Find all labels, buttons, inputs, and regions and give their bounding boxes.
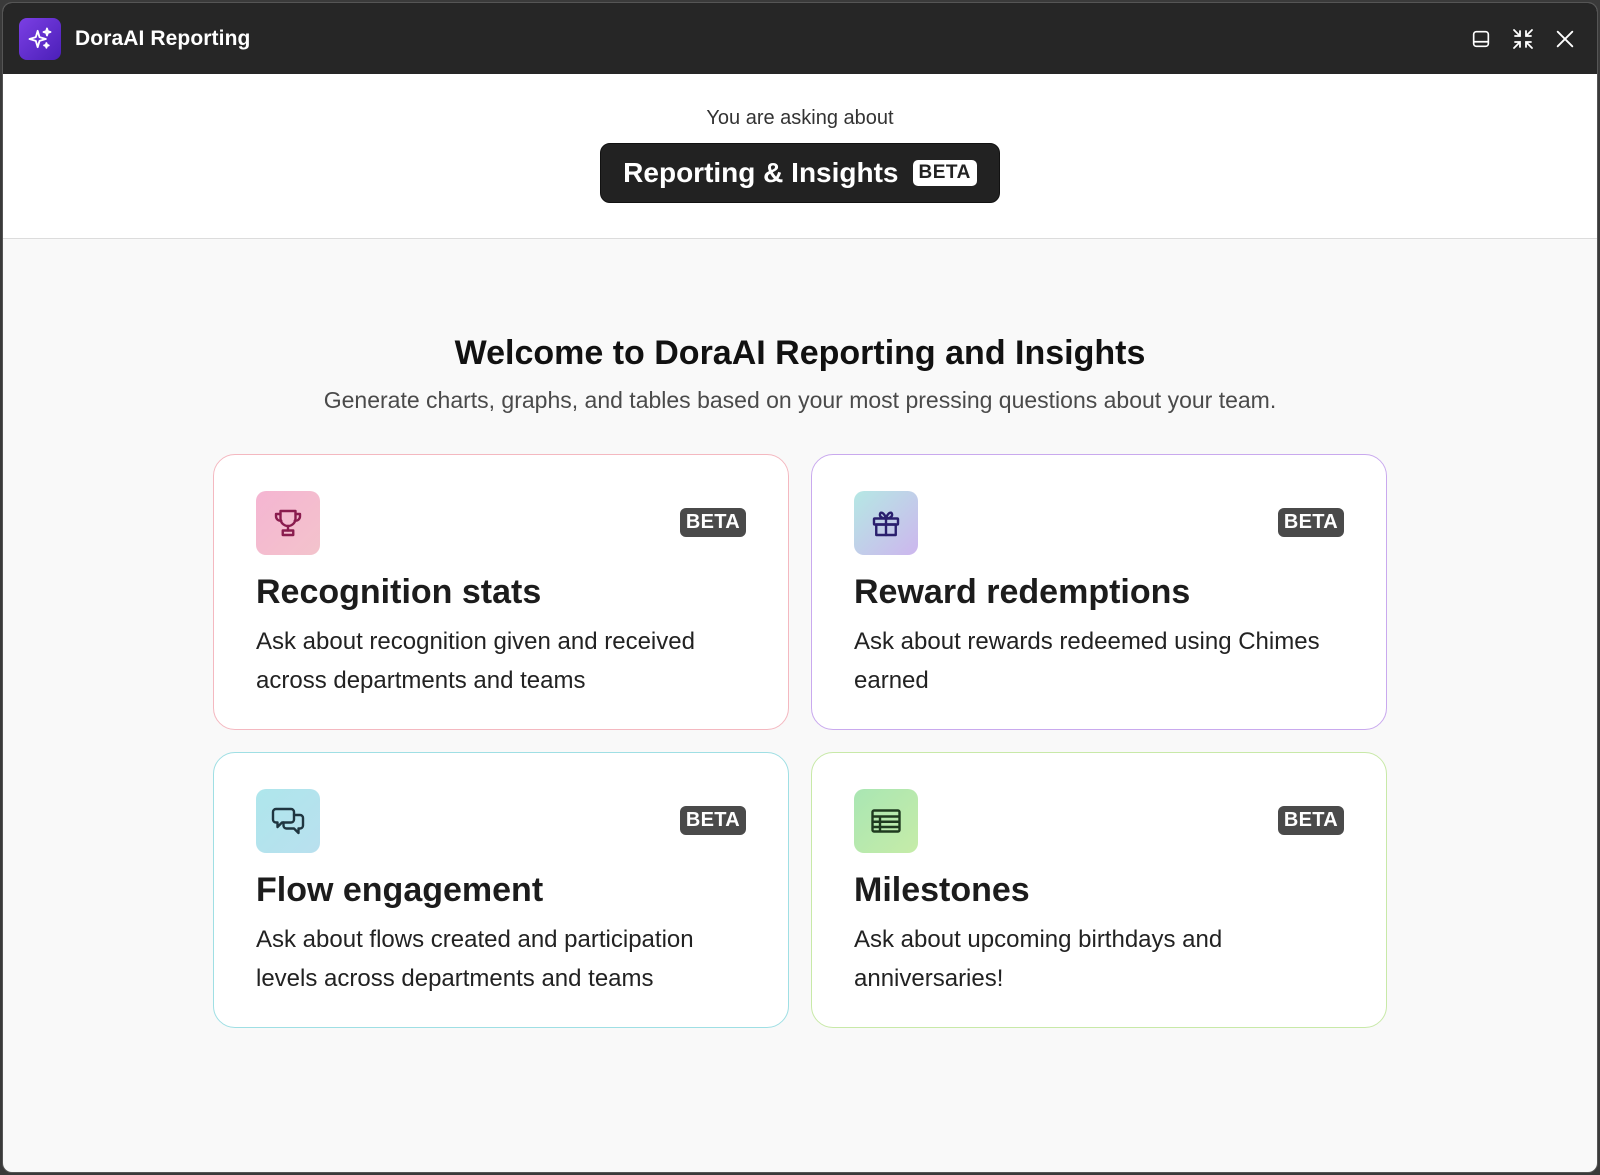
main-content: Welcome to DoraAI Reporting and Insights… bbox=[3, 239, 1597, 1028]
welcome-subtitle: Generate charts, graphs, and tables base… bbox=[323, 387, 1277, 413]
gift-icon bbox=[854, 491, 918, 555]
table-icon bbox=[854, 789, 918, 853]
beta-badge: BETA bbox=[1277, 806, 1344, 835]
card-title: Recognition stats bbox=[256, 573, 542, 611]
window-controls bbox=[1469, 3, 1577, 74]
app-window: DoraAI Reporting You are asking about Re… bbox=[2, 2, 1598, 1173]
beta-badge: BETA bbox=[1277, 508, 1344, 537]
title-bar: DoraAI Reporting bbox=[3, 3, 1597, 74]
asking-label: You are asking about bbox=[706, 107, 894, 129]
card-description: Ask about recognition given and received… bbox=[256, 628, 695, 694]
close-icon[interactable] bbox=[1553, 27, 1577, 51]
collapse-icon[interactable] bbox=[1511, 27, 1535, 51]
welcome-title: Welcome to DoraAI Reporting and Insights bbox=[454, 334, 1146, 372]
card-reward-redemptions[interactable]: BETA Reward redemptions Ask about reward… bbox=[811, 454, 1387, 730]
card-milestones[interactable]: BETA Milestones Ask about upcoming birth… bbox=[811, 752, 1387, 1028]
card-description: Ask about rewards redeemed using Chimes … bbox=[854, 628, 1320, 694]
window-title: DoraAI Reporting bbox=[75, 26, 251, 50]
beta-badge: BETA bbox=[679, 508, 746, 537]
card-title: Reward redemptions bbox=[854, 573, 1191, 611]
card-title: Flow engagement bbox=[256, 871, 544, 909]
trophy-icon bbox=[256, 491, 320, 555]
card-flow-engagement[interactable]: BETA Flow engagement Ask about flows cre… bbox=[213, 752, 789, 1028]
beta-badge: BETA bbox=[912, 160, 977, 186]
context-header: You are asking about Reporting & Insight… bbox=[3, 74, 1597, 239]
beta-badge: BETA bbox=[679, 806, 746, 835]
context-topic-label: Reporting & Insights bbox=[623, 157, 899, 188]
minimize-icon[interactable] bbox=[1469, 27, 1493, 51]
card-description: Ask about flows created and participatio… bbox=[256, 926, 694, 992]
sparkles-icon bbox=[19, 17, 61, 60]
topic-card-grid: BETA Recognition stats Ask about recogni… bbox=[213, 454, 1387, 1028]
card-title: Milestones bbox=[854, 871, 1030, 909]
card-recognition-stats[interactable]: BETA Recognition stats Ask about recogni… bbox=[213, 454, 789, 730]
chat-bubbles-icon bbox=[256, 789, 320, 853]
card-description: Ask about upcoming birthdays and anniver… bbox=[854, 926, 1223, 992]
context-topic-pill[interactable]: Reporting & Insights BETA bbox=[600, 143, 1000, 203]
